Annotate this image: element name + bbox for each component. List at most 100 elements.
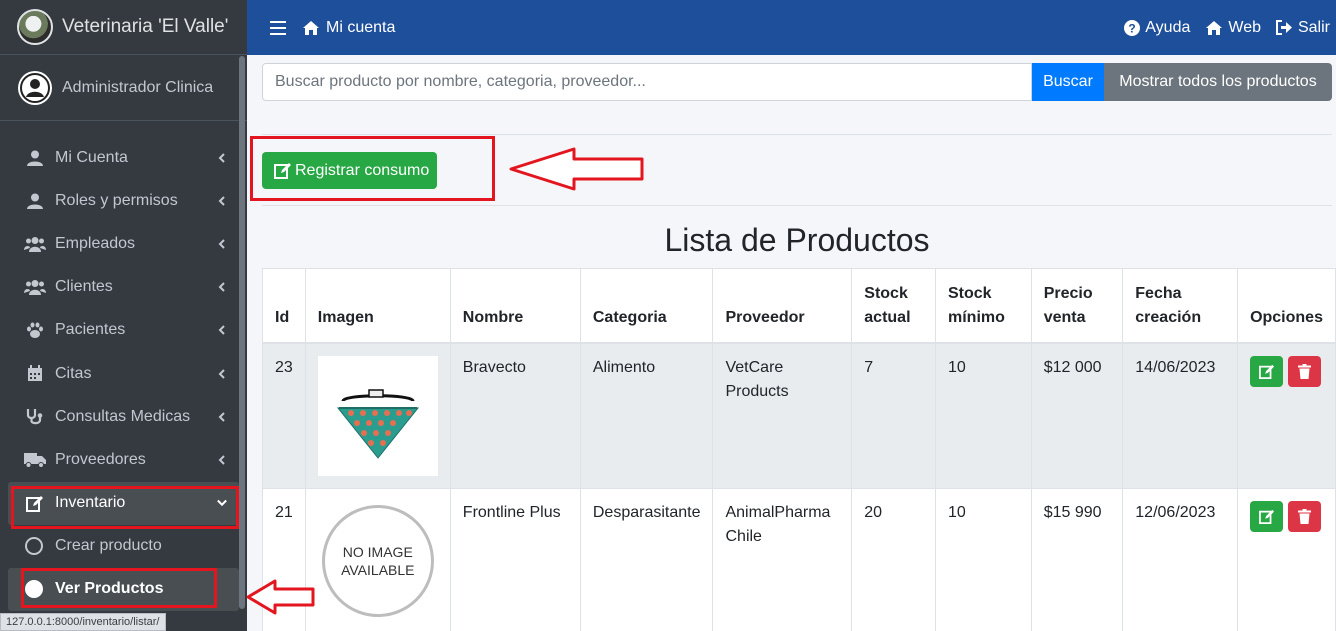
cell-precio: $12 000 [1030,342,1124,489]
cell-opciones [1237,342,1336,489]
chevron-left-icon [217,412,227,422]
delete-button[interactable] [1288,355,1322,387]
user-panel[interactable]: Administrador Clinica [0,55,247,121]
sidebar-nav: Mi Cuenta Roles y permisos Empleados Cli… [0,121,247,612]
brand-link[interactable]: Veterinaria 'El Valle' [0,0,247,55]
search-button[interactable]: Buscar [1032,63,1104,101]
sidebar-item-empleados[interactable]: Empleados [0,222,247,265]
chevron-left-icon [217,368,227,379]
header-text: Categoria [592,308,667,326]
user-avatar-icon [18,70,52,105]
delete-button[interactable] [1288,500,1322,532]
header-text: Stock [864,284,908,302]
product-image[interactable] [317,355,438,476]
web-link[interactable]: Web [1205,19,1261,37]
register-consumption-button[interactable]: Registrar consumo [262,152,437,189]
sidebar-item-consultas[interactable]: Consultas Medicas [0,395,247,438]
edit-button[interactable] [1250,500,1284,532]
col-header-categoria: Categoria [579,268,714,344]
cell-id: 23 [262,342,306,489]
sidebar-item-label: Pacientes [55,321,126,339]
cell-nombre: Frontline Plus [449,487,581,631]
home-link-label: Mi cuenta [326,18,396,36]
sidebar: Veterinaria 'El Valle' Administrador Cli… [0,0,247,631]
edit-button[interactable] [1250,355,1284,387]
chevron-down-icon [217,498,227,508]
header-text: Id [275,308,290,326]
no-image-text: NO IMAGE [342,543,413,560]
sidebar-subitem-ver-productos[interactable]: Ver Productos [8,567,239,612]
header-text: actual [864,308,911,326]
product-image[interactable]: NO IMAGE AVAILABLE [317,500,438,621]
bandana-image [336,388,419,459]
col-header-nombre: Nombre [449,268,581,344]
header-text: creación [1135,308,1202,326]
logout-link[interactable]: Salir [1275,19,1330,37]
cell-imagen: NO IMAGE AVAILABLE [304,487,451,631]
col-header-fecha-creacion: Fecha creación [1122,268,1239,344]
home-icon [1205,20,1223,36]
col-header-proveedor: Proveedor [712,268,853,344]
cell-precio: $15 990 [1030,487,1124,631]
calendar-icon [24,365,46,383]
chevron-left-icon [217,196,227,206]
search-input[interactable] [262,63,1032,101]
edit-icon [1258,364,1274,379]
cell-opciones [1237,487,1336,631]
edit-icon [274,162,292,179]
page-title: Lista de Productos [664,222,930,258]
products-table: Id Imagen Nombre Categoria Proveedor Sto… [262,268,1336,631]
users-icon [24,235,46,253]
sidebar-item-pacientes[interactable]: Pacientes [0,309,247,352]
col-header-stock-minimo: Stock mínimo [935,268,1032,344]
header-text: venta [1043,308,1086,326]
chevron-left-icon [217,152,227,163]
sidebar-item-proveedores[interactable]: Proveedores [0,438,247,481]
user-icon [24,149,46,167]
svg-text:?: ? [1129,21,1136,35]
edit-icon [24,494,46,512]
header-text: Proveedor [725,308,805,326]
search-bar: Buscar Mostrar todos los productos [262,63,1332,101]
chevron-left-icon [217,282,227,292]
col-header-stock-actual: Stock actual [851,268,936,344]
home-link[interactable]: Mi cuenta [302,19,395,37]
divider [262,134,1332,135]
show-all-button[interactable]: Mostrar todos los productos [1104,63,1332,101]
web-link-label: Web [1228,18,1261,36]
menu-toggle-icon[interactable] [270,20,286,35]
sidebar-item-label: Roles y permisos [55,191,178,209]
sidebar-subitem-crear-producto[interactable]: Crear producto [0,525,247,568]
users-icon [24,278,46,296]
sidebar-scrollbar[interactable] [239,56,245,609]
help-link[interactable]: ? Ayuda [1124,19,1190,37]
brand-logo [17,9,53,45]
cell-stock-minimo: 10 [935,487,1032,631]
truck-icon [24,451,46,469]
user-icon [24,192,46,210]
cell-fecha: 14/06/2023 [1122,342,1239,489]
edit-icon [1258,509,1274,524]
header-text: Stock [948,284,992,302]
sidebar-item-citas[interactable]: Citas [0,352,247,395]
cell-nombre: Bravecto [449,342,581,489]
table-row: 23 Bravecto Alimento VetCare Products 7 … [262,342,1336,489]
header-text: Imagen [317,308,374,326]
header-text: mínimo [948,308,1005,326]
top-right-links: ? Ayuda Web Salir [1124,19,1336,37]
sidebar-item-clientes[interactable]: Clientes [0,266,247,309]
header-text: Opciones [1250,308,1323,326]
cell-stock-actual: 7 [851,342,936,489]
col-header-precio-venta: Precio venta [1030,268,1124,344]
chevron-left-icon [217,455,227,465]
cell-imagen [304,342,451,489]
sidebar-item-label: Inventario [55,494,126,512]
sidebar-item-mi-cuenta[interactable]: Mi Cuenta [0,136,247,179]
sidebar-item-roles[interactable]: Roles y permisos [0,179,247,222]
header-text: Precio [1043,284,1093,302]
cell-stock-minimo: 10 [935,342,1032,489]
cell-id: 21 [262,487,306,631]
sidebar-item-inventario[interactable]: Inventario [8,481,239,525]
table-row: 21 NO IMAGE AVAILABLE Frontline Plus Des… [262,487,1336,631]
trash-icon [1298,508,1312,524]
